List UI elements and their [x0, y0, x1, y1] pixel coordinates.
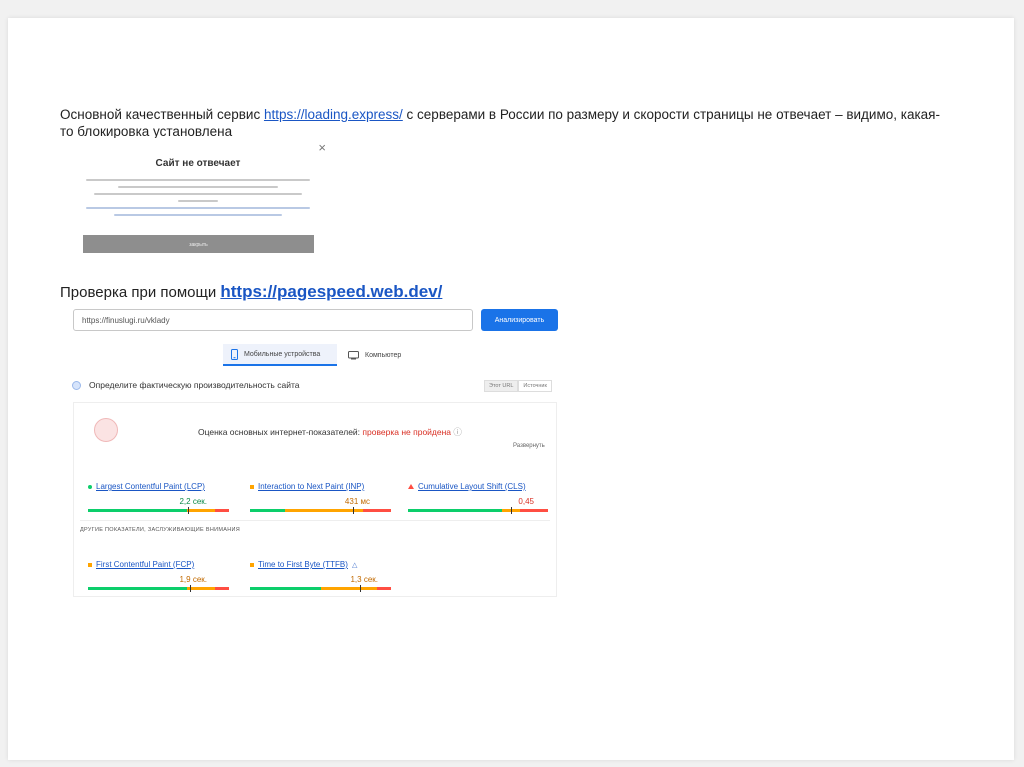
metric-inp-label[interactable]: Interaction to Next Paint (INP) [258, 482, 364, 491]
other-metrics-label: ДРУГИЕ ПОКАЗАТЕЛИ, ЗАСЛУЖИВАЮЩИЕ ВНИМАНИ… [80, 527, 240, 533]
metric-ttfb-value: 1,3 сек. [350, 575, 378, 584]
tab-origin[interactable]: Источник [518, 380, 552, 392]
metric-cls: Cumulative Layout Shift (CLS) 0,45 [408, 482, 558, 522]
tab-desktop[interactable]: Компьютер [340, 344, 420, 366]
needs-improvement-marker-icon [250, 484, 254, 489]
percentile-marker [360, 585, 361, 592]
metric-lcp-distribution [88, 507, 229, 514]
metric-ttfb-distribution [250, 585, 391, 592]
site-unavailable-dialog: × Сайт не отвечает закрыть [72, 138, 326, 262]
metric-fcp-value: 1,9 сек. [179, 575, 207, 584]
field-data-label: Определите фактическую производительност… [89, 380, 300, 390]
cwv-assessment-status: проверка не пройдена [362, 427, 452, 437]
close-icon[interactable]: × [318, 140, 326, 155]
percentile-marker [353, 507, 354, 514]
distribution-segment [377, 587, 391, 590]
monitor-icon [348, 350, 359, 359]
percentile-marker [190, 585, 191, 592]
percentile-marker [188, 507, 189, 514]
distribution-segment [363, 509, 391, 512]
pagespeed-link[interactable]: https://pagespeed.web.dev/ [220, 282, 442, 301]
cwv-assessment: Оценка основных интернет-показателей: пр… [198, 426, 462, 438]
distribution-segment [88, 587, 187, 590]
metric-inp-value: 431 мс [344, 497, 370, 506]
dialog-close-button[interactable]: закрыть [83, 235, 314, 253]
metric-cls-distribution [408, 507, 549, 514]
metric-fcp: First Contentful Paint (FCP) 1,9 сек. [88, 560, 233, 600]
tab-mobile[interactable]: Мобильные устройства [223, 344, 337, 366]
distribution-segment [187, 587, 215, 590]
metric-ttfb: Time to First Byte (TTFB) △ 1,3 сек. [250, 560, 395, 600]
metric-lcp: Largest Contentful Paint (LCP) 2,2 сек. [88, 482, 233, 522]
experimental-icon: △ [351, 561, 358, 569]
distribution-segment [520, 509, 548, 512]
metric-ttfb-label[interactable]: Time to First Byte (TTFB) [258, 560, 348, 569]
origin-toggle: Этот URL Источник [484, 380, 552, 392]
distribution-segment [408, 509, 502, 512]
distribution-segment [88, 509, 187, 512]
distribution-segment [215, 587, 229, 590]
tab-this-url[interactable]: Этот URL [484, 380, 519, 392]
analyze-button[interactable]: Анализировать [481, 309, 558, 331]
good-marker-icon [88, 484, 92, 489]
distribution-segment [250, 509, 285, 512]
percentile-marker [511, 507, 512, 514]
section-divider [80, 520, 550, 521]
field-data-row: Определите фактическую производительност… [72, 380, 299, 390]
intro-paragraph: Основной качественный сервис https://loa… [60, 106, 940, 140]
dialog-title: Сайт не отвечает [155, 158, 241, 169]
url-input[interactable] [73, 309, 473, 331]
help-icon[interactable]: ⓘ [453, 427, 462, 437]
pagespeed-heading: Проверка при помощи https://pagespeed.we… [60, 282, 442, 303]
dialog-body-text [78, 179, 318, 221]
cwv-status-icon [94, 418, 118, 442]
cwv-assessment-label: Оценка основных интернет-показателей: [198, 427, 363, 437]
loading-express-link[interactable]: https://loading.express/ [264, 107, 403, 122]
metric-cls-label[interactable]: Cumulative Layout Shift (CLS) [418, 482, 526, 491]
phone-icon [231, 348, 238, 360]
distribution-segment [321, 587, 377, 590]
metric-inp-distribution [250, 507, 391, 514]
intro-text-before: Основной качественный сервис [60, 107, 264, 122]
distribution-segment [285, 509, 363, 512]
needs-improvement-marker-icon [88, 562, 92, 567]
metric-fcp-distribution [88, 585, 229, 592]
tab-desktop-label: Компьютер [365, 351, 402, 359]
needs-improvement-marker-icon [250, 562, 254, 567]
distribution-segment [187, 509, 215, 512]
pagespeed-heading-text: Проверка при помощи [60, 284, 221, 301]
metric-inp: Interaction to Next Paint (INP) 431 мс [250, 482, 395, 522]
field-data-icon [72, 380, 81, 390]
distribution-segment [215, 509, 229, 512]
distribution-segment [250, 587, 321, 590]
metric-fcp-label[interactable]: First Contentful Paint (FCP) [96, 560, 194, 569]
metric-lcp-label[interactable]: Largest Contentful Paint (LCP) [96, 482, 205, 491]
metric-lcp-value: 2,2 сек. [179, 497, 207, 506]
expand-link[interactable]: Развернуть [513, 443, 545, 449]
metric-cls-value: 0,45 [518, 497, 534, 506]
poor-marker-icon [408, 484, 414, 489]
tab-mobile-label: Мобильные устройства [244, 350, 321, 358]
